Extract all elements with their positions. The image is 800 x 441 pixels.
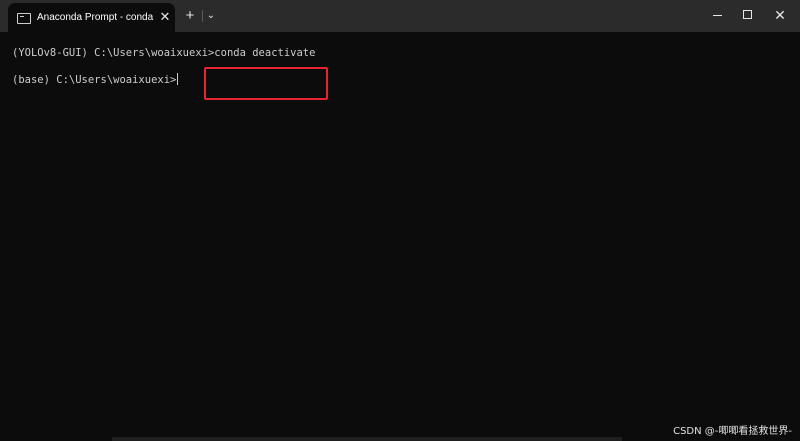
tab-anaconda-prompt[interactable]: Anaconda Prompt - conda de ✕ (8, 3, 175, 32)
console-line-1: (YOLOv8-GUI) C:\Users\woaixuexi>conda de… (12, 46, 315, 60)
watermark: CSDN @-唧唧看拯救世界- (673, 426, 792, 437)
prompt-text: (YOLOv8-GUI) C:\Users\woaixuexi> (12, 47, 215, 59)
text-cursor (177, 73, 179, 85)
prompt-text: (base) C:\Users\woaixuexi> (12, 74, 177, 86)
terminal-output[interactable]: (YOLOv8-GUI) C:\Users\woaixuexi>conda de… (0, 32, 800, 441)
new-tab-button[interactable]: + (181, 7, 199, 25)
tab-close-button[interactable]: ✕ (158, 10, 172, 24)
bottom-strip (112, 437, 622, 441)
console-line-2: (base) C:\Users\woaixuexi> (12, 73, 179, 87)
terminal-icon (17, 13, 31, 24)
maximize-icon (743, 10, 752, 19)
divider (202, 10, 203, 22)
tab-title: Anaconda Prompt - conda de (37, 12, 155, 23)
title-bar: Anaconda Prompt - conda de ✕ + ⌄ ✕ (0, 0, 800, 32)
command-text: conda deactivate (214, 47, 316, 59)
dropdown-button[interactable]: ⌄ (204, 7, 218, 25)
highlight-box (204, 67, 328, 100)
minimize-icon (713, 15, 722, 16)
close-button[interactable]: ✕ (760, 0, 800, 32)
